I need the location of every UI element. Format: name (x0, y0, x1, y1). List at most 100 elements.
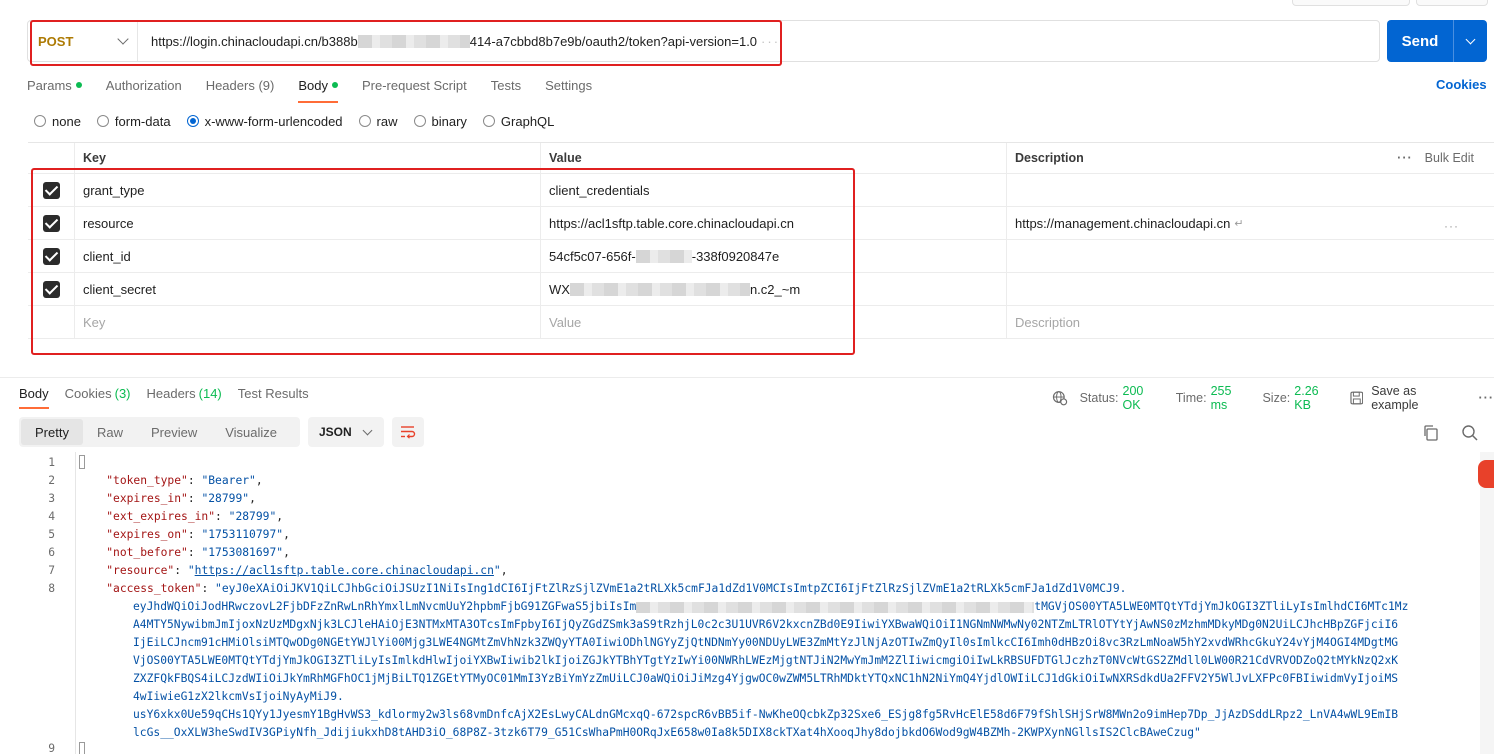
row-checkbox[interactable] (42, 181, 60, 199)
response-tab-headers[interactable]: Headers (14) (147, 381, 222, 405)
description-text: https://management.chinacloudapi.cn (1015, 215, 1231, 231)
description-cell[interactable]: https://management.chinacloudapi.cn ↵ ··· (1006, 207, 1494, 239)
value-suffix: -338f0920847e (691, 248, 780, 264)
key-cell[interactable]: grant_type (74, 174, 540, 206)
copy-icon[interactable] (1422, 424, 1440, 442)
bulk-edit-button[interactable]: Bulk Edit (1425, 151, 1474, 165)
row-more-button[interactable]: ··· (1444, 219, 1459, 233)
view-raw[interactable]: Raw (83, 419, 137, 445)
floating-widget-icon[interactable] (1478, 460, 1494, 488)
tab-prerequest-label: Pre-request Script (361, 77, 467, 93)
tab-params-label: Params (27, 77, 72, 93)
code-line: "token_type": "Bearer", (106, 474, 263, 487)
value-prefix: WX (549, 281, 570, 297)
json-value: "1753081697" (201, 546, 284, 559)
json-value: "eyJ0eXAiOiJKV1QiLCJhbGciOiJSUzI1NiIsIng… (215, 582, 1127, 595)
response-code-viewer[interactable]: 1 2 3 4 5 6 7 8 9 "token_type": "Bearer"… (0, 452, 1480, 754)
save-as-example-button[interactable]: Save as example (1371, 384, 1464, 412)
status-value[interactable]: 200 OK (1123, 384, 1164, 412)
status-dot (331, 82, 338, 88)
token-line: 4wIiwieG1zX2lkcmVsIjoiNyAyMiJ9. (133, 690, 344, 703)
more-options-button[interactable]: ··· (1397, 151, 1413, 165)
format-select[interactable]: JSON (308, 417, 384, 447)
key-cell[interactable]: client_secret (74, 273, 540, 305)
radio-label: GraphQL (500, 113, 555, 129)
response-tab-headers-label: Headers (146, 385, 196, 401)
url-more: ··· (761, 33, 781, 49)
response-tab-test-results[interactable]: Test Results (238, 381, 309, 405)
code-line: "not_before": "1753081697", (106, 546, 290, 559)
response-tab-body[interactable]: Body (19, 381, 49, 409)
line-number: 3 (48, 492, 55, 505)
response-more-button[interactable]: ··· (1479, 391, 1494, 405)
radio-form-data[interactable]: form-data (96, 113, 171, 129)
value-cell[interactable]: https://acl1sftp.table.core.chinacloudap… (540, 207, 1006, 239)
tab-tests-label: Tests (490, 77, 522, 93)
url-input[interactable]: https://login.chinacloudapi.cn/b388b 414… (151, 34, 780, 49)
size-value[interactable]: 2.26 KB (1294, 384, 1337, 412)
description-cell[interactable] (1006, 273, 1494, 305)
row-checkbox-cell (28, 273, 74, 305)
tab-settings-label: Settings (545, 77, 593, 93)
status-label: Status: (1079, 391, 1119, 405)
token-text: eyJhdWQiOiJodHRwczovL2FjbDFzZnRwLnRhYmxl… (133, 600, 637, 613)
row-checkbox[interactable] (42, 214, 60, 232)
description-cell[interactable] (1006, 174, 1494, 206)
radio-binary[interactable]: binary (413, 113, 467, 129)
cookies-link[interactable]: Cookies (1436, 77, 1487, 92)
radio-label: form-data (114, 113, 171, 129)
tab-params[interactable]: Params (27, 70, 82, 100)
response-tab-cookies[interactable]: Cookies (3) (65, 381, 131, 405)
time-value[interactable]: 255 ms (1211, 384, 1251, 412)
row-checkbox[interactable] (42, 280, 60, 298)
redacted-block (569, 282, 750, 296)
tab-tests[interactable]: Tests (491, 70, 521, 100)
description-input[interactable]: Description (1006, 306, 1494, 338)
search-icon[interactable] (1461, 424, 1479, 442)
table-header-row: Key Value Description ··· Bulk Edit (28, 143, 1494, 174)
json-link[interactable]: https://acl1sftp.table.core.chinacloudap… (195, 564, 494, 577)
view-mode-segmented: Pretty Raw Preview Visualize (19, 417, 300, 447)
radio-x-www-form-urlencoded[interactable]: x-www-form-urlencoded (186, 114, 343, 129)
radio-none[interactable]: none (34, 114, 81, 129)
redacted-block (636, 601, 1035, 613)
time-label: Time: (1175, 391, 1207, 405)
table-row: client_id 54cf5c07-656f- -338f0920847e (28, 240, 1494, 273)
radio-label: binary (431, 113, 467, 129)
key-cell[interactable]: client_id (74, 240, 540, 272)
tab-headers[interactable]: Headers (9) (206, 70, 275, 100)
return-icon: ↵ (1234, 217, 1244, 230)
view-pretty[interactable]: Pretty (21, 419, 83, 445)
column-header-key: Key (74, 143, 540, 173)
value-cell[interactable]: 54cf5c07-656f- -338f0920847e (540, 240, 1006, 272)
value-input[interactable]: Value (540, 306, 1006, 338)
globe-icon[interactable] (1052, 390, 1068, 406)
tab-authorization[interactable]: Authorization (106, 70, 182, 100)
top-button-stub-2[interactable] (1416, 0, 1488, 6)
radio-graphql[interactable]: GraphQL (482, 113, 555, 129)
tab-settings[interactable]: Settings (545, 70, 592, 100)
response-tabs: Body Cookies (3) Headers (14) Test Results (19, 381, 325, 409)
description-cell[interactable] (1006, 240, 1494, 272)
view-preview[interactable]: Preview (137, 419, 211, 445)
key-input[interactable]: Key (74, 306, 540, 338)
wrap-lines-button[interactable] (392, 417, 424, 447)
tab-prerequest-script[interactable]: Pre-request Script (362, 70, 467, 100)
view-visualize[interactable]: Visualize (211, 419, 291, 445)
value-cell[interactable]: WX n.c2_~m (540, 273, 1006, 305)
wrap-lines-icon (401, 426, 416, 439)
token-text: tMGVjOS00YTA5LWE0MTQtYTdjYmJkOGI3ZTliLyI… (1034, 600, 1409, 613)
vertical-scrollbar[interactable] (1480, 452, 1494, 754)
value-cell[interactable]: client_credentials (540, 174, 1006, 206)
line-number: 9 (48, 742, 55, 754)
send-button[interactable]: Send (1387, 20, 1487, 62)
radio-circle (358, 115, 371, 127)
chevron-down-icon (1465, 34, 1476, 44)
row-checkbox[interactable] (42, 247, 60, 265)
send-options-button[interactable] (1454, 34, 1487, 44)
tab-body[interactable]: Body (298, 70, 338, 103)
key-cell[interactable]: resource (74, 207, 540, 239)
radio-raw[interactable]: raw (358, 114, 398, 129)
top-button-stub[interactable] (1292, 0, 1410, 6)
method-select[interactable]: POST (28, 21, 138, 61)
